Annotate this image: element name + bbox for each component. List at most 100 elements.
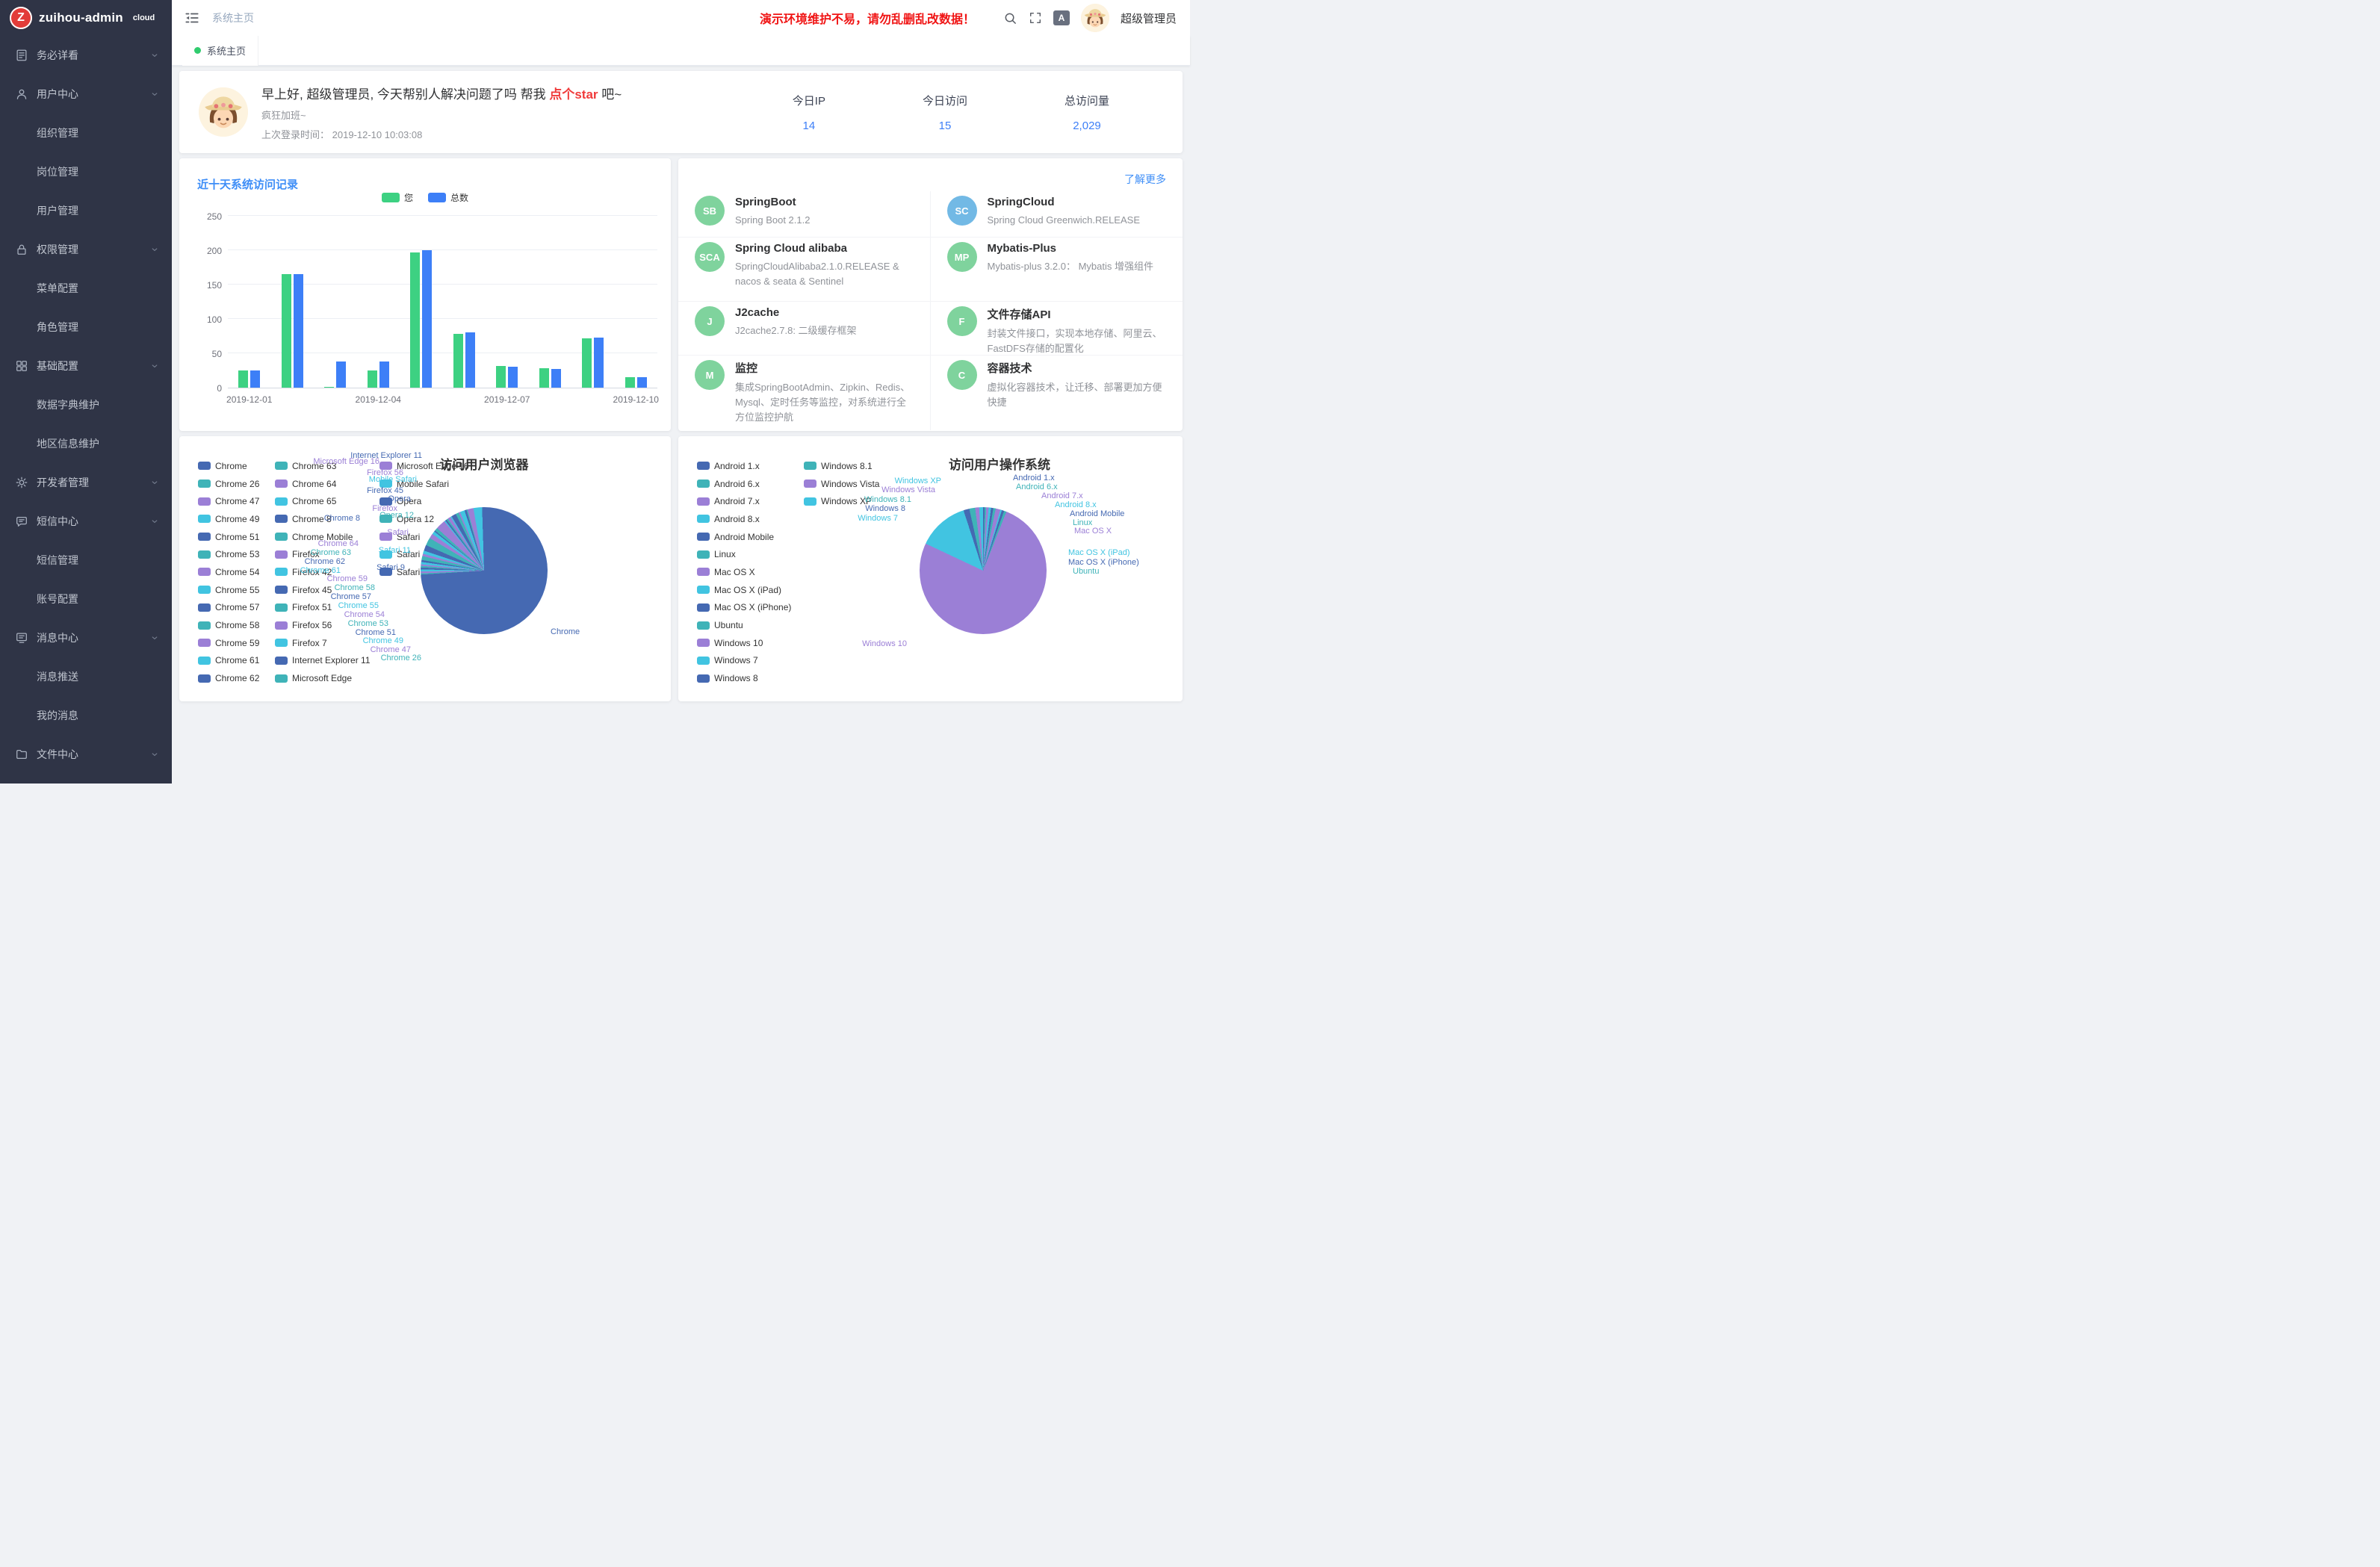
legend-item[interactable]: Chrome 53 [198, 545, 275, 563]
fullscreen-icon[interactable] [1029, 11, 1042, 25]
legend-swatch [697, 586, 710, 594]
legend-item[interactable]: Chrome 62 [198, 669, 275, 687]
pie-label: Android Mobile [1070, 509, 1124, 518]
sidebar-subitem-post-management[interactable]: 岗位管理 [0, 152, 172, 191]
legend-item[interactable]: Windows 10 [697, 634, 804, 652]
sidebar-item-message-center[interactable]: 消息中心 [0, 618, 172, 657]
legend-item[interactable]: Ubuntu [697, 616, 804, 634]
tech-item-springboot[interactable]: SBSpringBootSpring Boot 2.1.2 [678, 191, 931, 238]
pie-label: Chrome 59 [327, 574, 368, 583]
font-size-icon[interactable]: A [1053, 10, 1070, 25]
sidebar-subitem-role-management[interactable]: 角色管理 [0, 308, 172, 347]
legend-item[interactable]: Chrome 26 [198, 475, 275, 493]
sidebar-item-base-config[interactable]: 基础配置 [0, 347, 172, 385]
legend-item[interactable]: Android Mobile [697, 528, 804, 546]
legend-label: Ubuntu [714, 620, 743, 630]
legend-item[interactable]: Chrome 47 [198, 492, 275, 510]
legend-swatch [198, 497, 211, 506]
chevron-down-icon [149, 477, 160, 488]
legend-item[interactable]: Android 6.x [697, 475, 804, 493]
sidebar-subitem-org-management[interactable]: 组织管理 [0, 114, 172, 152]
sidebar-subitem-data-dict-maintenance[interactable]: 数据字典维护 [0, 385, 172, 424]
tech-item-file-storage-api[interactable]: F文件存储API封装文件接口，实现本地存储、阿里云、FastDFS存储的配置化 [931, 302, 1183, 356]
pie-label: Windows 8 [865, 504, 905, 513]
legend-item[interactable]: Chrome 61 [198, 652, 275, 670]
legend-item[interactable]: Chrome [198, 457, 275, 475]
sidebar-item-user-center[interactable]: 用户中心 [0, 75, 172, 114]
sidebar-subitem-region-info-maintenance[interactable]: 地区信息维护 [0, 424, 172, 463]
current-user-name[interactable]: 超级管理员 [1121, 10, 1177, 26]
tech-grid: SBSpringBootSpring Boot 2.1.2SCSpringClo… [678, 191, 1183, 430]
legend-label: Windows Vista [821, 479, 879, 489]
legend-item[interactable]: Windows 8 [697, 669, 804, 687]
legend-item[interactable]: Linux [697, 545, 804, 563]
legend-item[interactable]: Mac OS X (iPad) [697, 581, 804, 599]
tech-item-monitor[interactable]: M监控集成SpringBootAdmin、Zipkin、Redis、Mysql、… [678, 356, 931, 430]
tech-item-springcloud[interactable]: SCSpringCloudSpring Cloud Greenwich.RELE… [931, 191, 1183, 238]
pie-label: Chrome 58 [335, 583, 375, 592]
tech-desc: 封装文件接口，实现本地存储、阿里云、FastDFS存储的配置化 [988, 326, 1168, 356]
os-pie-card: 访问用户操作系统 Android 1.xAndroid 6.xAndroid 7… [678, 436, 1183, 701]
stat-value[interactable]: 15 [923, 120, 967, 132]
pie-label: Mac OS X [1074, 527, 1112, 536]
legend-item[interactable]: Chrome 59 [198, 634, 275, 652]
visits-chart-card: 近十天系统访问记录 您总数 050100150200250 2019-12-01… [179, 158, 671, 431]
sidebar-item-must-read[interactable]: 务必详看 [0, 36, 172, 75]
legend-item[interactable]: Chrome 64 [275, 475, 379, 493]
sidebar-subitem-message-push[interactable]: 消息推送 [0, 657, 172, 696]
sidebar-subitem-user-management[interactable]: 用户管理 [0, 191, 172, 230]
stat-label: 总访问量 [1065, 93, 1109, 108]
learn-more-link[interactable]: 了解更多 [1124, 172, 1166, 187]
stat-value[interactable]: 2,029 [1065, 120, 1109, 132]
tech-item-container-tech[interactable]: C容器技术虚拟化容器技术，让迁移、部署更加方便快捷 [931, 356, 1183, 430]
legend-item[interactable]: Chrome 65 [275, 492, 379, 510]
legend-item[interactable]: Mac OS X (iPhone) [697, 599, 804, 617]
sidebar-item-developer-management[interactable]: 开发者管理 [0, 463, 172, 502]
sidebar-subitem-label: 消息推送 [37, 669, 78, 684]
legend-item[interactable]: Chrome 51 [198, 528, 275, 546]
tech-text: SpringBootSpring Boot 2.1.2 [735, 196, 810, 237]
star-link[interactable]: 点个star [549, 87, 598, 102]
legend-swatch [275, 550, 288, 559]
legend-item[interactable]: Windows 8.1 [804, 457, 879, 475]
legend-item[interactable]: Chrome 58 [198, 616, 275, 634]
legend-item[interactable]: Chrome 49 [198, 510, 275, 528]
legend-item[interactable]: Windows Vista [804, 475, 879, 493]
legend-item[interactable]: Mac OS X [697, 563, 804, 581]
stat-total-visits: 总访问量 2,029 [1065, 93, 1109, 132]
legend-item[interactable]: Windows 7 [697, 652, 804, 670]
sidebar-item-file-center[interactable]: 文件中心 [0, 735, 172, 774]
legend-item[interactable]: Microsoft Edge [275, 669, 379, 687]
visits-legend: 您 总数 [179, 191, 671, 204]
legend-item[interactable]: Chrome 54 [198, 563, 275, 581]
legend-item-总数[interactable]: 总数 [428, 191, 468, 204]
legend-item[interactable]: Android 1.x [697, 457, 804, 475]
legend-item-您[interactable]: 您 [382, 191, 413, 204]
tech-item-spring-cloud-alibaba[interactable]: SCASpring Cloud alibabaSpringCloudAlibab… [678, 238, 931, 302]
legend-item[interactable]: Android 8.x [697, 510, 804, 528]
pie-label: Mac OS X (iPhone) [1068, 558, 1139, 567]
search-icon[interactable] [1003, 11, 1017, 25]
stat-value[interactable]: 14 [793, 120, 825, 132]
app-logo[interactable]: Z zuihou-admin cloud [0, 0, 172, 36]
sidebar-subitem-my-messages[interactable]: 我的消息 [0, 696, 172, 735]
legend-item[interactable]: Android 7.x [697, 492, 804, 510]
legend-item[interactable]: Internet Explorer 11 [275, 652, 379, 670]
avatar[interactable] [1081, 4, 1109, 32]
collapse-menu-icon[interactable] [184, 10, 200, 26]
bar-group [271, 217, 314, 388]
legend-item[interactable]: Chrome 57 [198, 599, 275, 617]
sidebar-item-sms-center[interactable]: 短信中心 [0, 502, 172, 541]
legend-swatch [697, 603, 710, 612]
tech-item-j2cache[interactable]: JJ2cacheJ2cache2.7.8: 二级缓存框架 [678, 302, 931, 356]
sidebar-subitem-menu-config[interactable]: 菜单配置 [0, 269, 172, 308]
tech-item-mybatis-plus[interactable]: MPMybatis-PlusMybatis-plus 3.2.0： Mybati… [931, 238, 1183, 302]
sidebar-subitem-sms-management[interactable]: 短信管理 [0, 541, 172, 580]
sidebar-subitem-label: 角色管理 [37, 320, 78, 335]
bar-总数 [508, 367, 518, 388]
browser-pie-card: 访问用户浏览器 ChromeChrome 26Chrome 47Chrome 4… [179, 436, 671, 701]
tab-system-home[interactable]: 系统主页 [182, 36, 258, 66]
sidebar-subitem-account-config[interactable]: 账号配置 [0, 580, 172, 618]
sidebar-item-permission-management[interactable]: 权限管理 [0, 230, 172, 269]
legend-item[interactable]: Chrome 55 [198, 581, 275, 599]
